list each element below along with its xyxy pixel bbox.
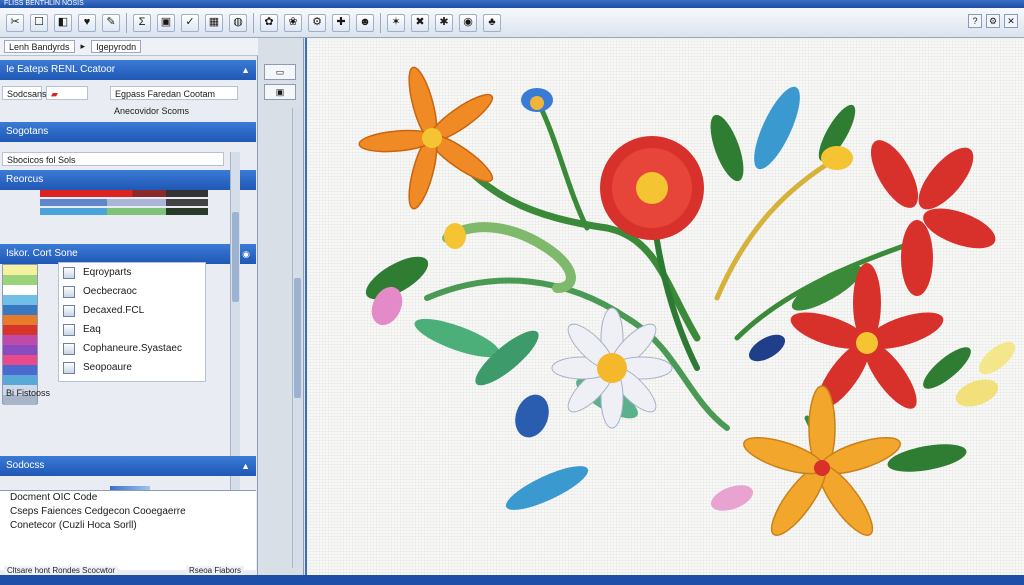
list-item-label: Eaq	[83, 324, 101, 335]
flower-red-right	[870, 140, 996, 296]
toolbar-button-icon[interactable]: ✚	[332, 13, 350, 32]
pattern-name-field[interactable]: Lenh Bandyrds	[4, 40, 75, 53]
bud-blue	[521, 88, 553, 112]
list-item[interactable]: Eqroyparts	[59, 263, 205, 282]
window-title: FLISS BENTHLIN NOSIS	[4, 0, 84, 7]
list-item[interactable]: Cophaneure.Syastaec	[59, 339, 205, 358]
toolbar-button-icon[interactable]: ✶	[387, 13, 405, 32]
list-item-label: Decaxed.FCL	[83, 305, 145, 316]
thread-color-palette[interactable]	[2, 264, 38, 405]
toolbar-button-icon[interactable]: ☻	[356, 13, 374, 32]
window-controls: ? ⚙ ✕	[968, 14, 1018, 28]
toolbar-button-icon[interactable]: ◧	[54, 13, 72, 32]
tool-column: ▭ ▣	[258, 38, 304, 576]
panel-header-label: Iskor. Cort Sone	[6, 248, 78, 259]
toolbar-button-icon[interactable]: ◍	[229, 13, 247, 32]
list-item-label: Seopoaure	[83, 362, 132, 373]
section-row[interactable]: Sbocicos fol Sols	[2, 152, 224, 166]
settings-icon[interactable]: ⚙	[986, 14, 1000, 28]
object-icon	[63, 361, 75, 374]
design-canvas[interactable]	[305, 38, 1024, 576]
title-bar: FLISS BENTHLIN NOSIS	[0, 0, 1024, 8]
property-value[interactable]: Egpass Faredan Cootam	[110, 86, 238, 100]
palette-icon: ▰	[51, 89, 58, 99]
flower-white-daisy	[551, 307, 673, 429]
panel-header-label: Sodocss	[6, 460, 45, 471]
toolbar-button-icon[interactable]: ♣	[483, 13, 501, 32]
toolbar-button-icon[interactable]: ☐	[30, 13, 48, 32]
status-left: Cltsare hont Rondes Scocwtor	[4, 566, 119, 575]
toolbar-button-icon[interactable]: ♥	[78, 13, 96, 32]
toolbar-separator	[380, 12, 381, 33]
doc-line-2: Cseps Faiences Cedgecon Cooegaerre	[10, 506, 186, 517]
object-icon	[63, 285, 75, 298]
stem-blue	[534, 97, 590, 231]
close-icon[interactable]: ✕	[1004, 14, 1018, 28]
divider-icon: ▸	[80, 41, 86, 51]
leaf-blue-fan	[754, 86, 800, 170]
list-item[interactable]: Oecbecraoc	[59, 282, 205, 301]
main-toolbar: ✂ ☐ ◧ ♥ ✎ Σ ▣ ✓ ▦ ◍ ✿ ❀ ⚙ ✚ ☻ ✶ ✖ ✱ ◉ ♣	[0, 8, 1024, 38]
panel-header-sections[interactable]: Sogotans	[0, 122, 256, 142]
toolbar-button-icon[interactable]: ⚙	[308, 13, 326, 32]
list-footer: Bi Fistooss	[6, 388, 51, 398]
toolbar-button-icon[interactable]: Σ	[133, 13, 151, 32]
status-bar: Cltsare hont Rondes Scocwtor Rseoa Fiabo…	[0, 566, 1024, 585]
toolbar-button-icon[interactable]: ✖	[411, 13, 429, 32]
color-selector[interactable]: ▰	[46, 86, 88, 100]
toolbar-separator	[126, 12, 127, 33]
frame-button[interactable]: ▣	[264, 84, 296, 100]
layer-field[interactable]: Igepyrodn	[91, 40, 142, 53]
embroidery-app-window: FLISS BENTHLIN NOSIS ✂ ☐ ◧ ♥ ✎ Σ ▣ ✓ ▦ ◍ ✿ ❀ ⚙ ✚ ☻ ✶ ✖ ✱ ◉…	[0, 0, 1024, 585]
object-icon	[63, 266, 75, 279]
list-item[interactable]: Decaxed.FCL	[59, 301, 205, 320]
object-icon	[63, 323, 75, 336]
panel-header-label: Sogotans	[6, 126, 49, 137]
toolbar-separator	[253, 12, 254, 33]
mid-scrollbar[interactable]	[292, 108, 302, 568]
panel-header-properties[interactable]: Ie Eateps RENL Ccatoor ▲	[0, 60, 256, 80]
toolbar-button-icon[interactable]: ◉	[459, 13, 477, 32]
collapse-icon[interactable]: ◉	[242, 244, 250, 264]
toolbar-button-icon[interactable]: ▣	[157, 13, 175, 32]
list-item[interactable]: Eaq	[59, 320, 205, 339]
panel-header-colors[interactable]: Reorcus	[0, 170, 256, 190]
toolbar-button-icon[interactable]: ✂	[6, 13, 24, 32]
list-item-label: Oecbecraoc	[83, 286, 137, 297]
secondary-toolbar: Lenh Bandyrds ▸ Igepyrodn	[0, 38, 300, 56]
flower-orange-bottom	[743, 385, 901, 536]
toolbar-button-icon[interactable]: ✓	[181, 13, 199, 32]
doc-line-3: Conetecor (Cuzli Hoca Sorll)	[10, 520, 137, 531]
color-bar-blue[interactable]	[40, 199, 208, 206]
toolbar-button-icon[interactable]: ✿	[260, 13, 278, 32]
embroidery-design[interactable]	[307, 38, 1024, 576]
property-label: Sodcsans	[2, 86, 47, 100]
help-icon[interactable]: ?	[968, 14, 982, 28]
object-list: Eqroyparts Oecbecraoc Decaxed.FCL Eaq Cophan…	[58, 262, 206, 382]
flower-red-center	[600, 136, 704, 240]
object-icon	[63, 342, 75, 355]
status-right: Rseoa Fiabors	[186, 566, 245, 575]
flower-orange-top	[358, 66, 494, 210]
toolbar-button-icon[interactable]: ✱	[435, 13, 453, 32]
list-item-label: Cophaneure.Syastaec	[83, 343, 182, 354]
list-item[interactable]: Seopoaure	[59, 358, 205, 377]
toolbar-button-icon[interactable]: ❀	[284, 13, 302, 32]
collapse-icon[interactable]: ▲	[241, 60, 250, 80]
color-bar-green[interactable]	[40, 208, 208, 215]
panel-header-docs[interactable]: Sodocss ▲	[0, 456, 256, 476]
toolbar-button-icon[interactable]: ▦	[205, 13, 223, 32]
toolbar-button-icon[interactable]: ✎	[102, 13, 120, 32]
zoom-button[interactable]: ▭	[264, 64, 296, 80]
property-subvalue: Anecovidor Scoms	[114, 106, 190, 116]
panel-header-label: Reorcus	[6, 174, 44, 185]
collapse-icon[interactable]: ▲	[241, 456, 250, 476]
object-icon	[63, 304, 75, 317]
list-item-label: Eqroyparts	[83, 267, 132, 278]
color-bar-red[interactable]	[40, 190, 208, 197]
panel-header-objects[interactable]: Iskor. Cort Sone ◉	[0, 244, 256, 264]
doc-line-1: Docment OIC Code	[10, 492, 98, 503]
document-info-pane: Docment OIC Code Cseps Faiences Cedgecon…	[0, 490, 256, 570]
panel-header-label: Ie Eateps RENL Ccatoor	[6, 64, 116, 75]
